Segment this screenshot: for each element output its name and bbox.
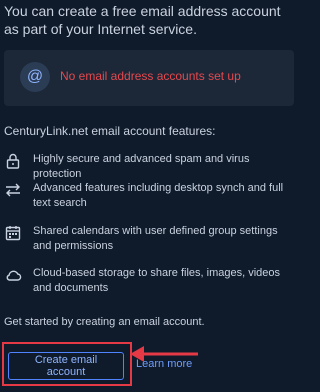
cloud-icon <box>6 270 22 281</box>
sync-arrows-icon <box>6 183 20 197</box>
empty-accounts-card: @ No email address accounts set up <box>4 50 294 106</box>
calendar-icon <box>5 226 21 241</box>
lock-icon <box>6 153 20 169</box>
empty-accounts-message: No email address accounts set up <box>60 69 241 83</box>
feature-text: Highly secure and advanced spam and viru… <box>33 153 250 180</box>
intro-text: You can create a free email address acco… <box>4 3 281 37</box>
feature-text: Advanced features including desktop sync… <box>33 182 284 209</box>
get-started-text: Get started by creating an email account… <box>4 316 205 328</box>
create-email-account-button[interactable]: Create email account <box>8 352 124 380</box>
at-icon: @ <box>20 62 50 92</box>
feature-text: Cloud-based storage to share files, imag… <box>33 267 281 294</box>
annotation-arrow-icon <box>130 346 198 362</box>
feature-text: Shared calendars with user defined group… <box>33 225 278 252</box>
features-title: CenturyLink.net email account features: <box>4 124 216 138</box>
